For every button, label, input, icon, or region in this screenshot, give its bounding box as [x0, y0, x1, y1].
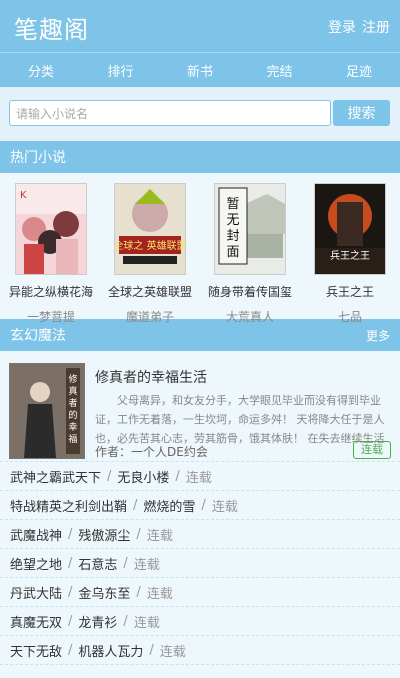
book-title[interactable]: 全球之英雄联盟 [105, 283, 195, 300]
svg-text:面: 面 [226, 245, 239, 260]
book-author: 一梦菩提 [26, 310, 75, 324]
list-item[interactable]: 武魔战神 / 残傲源尘 / 连载 [0, 520, 400, 549]
nav-new-books[interactable]: 新书 [187, 61, 213, 80]
header: 笔趣阁 登录 注册 [0, 0, 400, 52]
svg-text:无: 无 [226, 213, 239, 228]
book-author: 大荒真人 [225, 310, 274, 324]
book-cover[interactable]: K [15, 183, 87, 275]
svg-text:修: 修 [68, 373, 77, 385]
main-nav: 分类 排行 新书 完结 足迹 [0, 52, 400, 87]
author-name: 一个人DE约会 [131, 445, 208, 459]
search-button[interactable]: 搜索 [333, 100, 390, 126]
cover-text: 全球之 英雄联盟 [115, 239, 185, 252]
book-title[interactable]: 随身带着传国玺 [205, 283, 295, 300]
auth-links: 登录 注册 [322, 17, 390, 37]
login-link[interactable]: 登录 [328, 20, 356, 36]
cover-text: 兵王之王 [330, 249, 370, 262]
nav-ranking[interactable]: 排行 [107, 61, 133, 80]
search-bar: 请输入小说名 搜索 [0, 87, 400, 141]
section-title: 玄幻魔法 [10, 328, 66, 344]
nav-completed[interactable]: 完结 [266, 61, 292, 80]
book-cover[interactable]: 全球之 英雄联盟 [114, 183, 186, 275]
svg-text:封: 封 [226, 229, 239, 244]
svg-text:暂: 暂 [226, 197, 239, 212]
list-item[interactable]: 武神之霸武天下 / 无良小楼 / 连载 [0, 462, 400, 491]
featured-description: 父母离异，和女友分手，大学眼见毕业而没有得到毕业证，工作无着落，一生坎坷，命运多… [95, 394, 385, 445]
section-title: 热门小说 [10, 150, 66, 166]
list-item[interactable]: 丹武大陆 / 金乌东至 / 连载 [0, 578, 400, 607]
svg-text:K: K [20, 190, 27, 201]
hot-books: K 异能之纵横花海 一梦菩提 全球之 英雄联盟 全球之英雄联盟 魔道弟子 暂 无… [0, 173, 400, 324]
list-item[interactable]: 绝望之地 / 石意志 / 连载 [0, 549, 400, 578]
svg-text:幸: 幸 [68, 422, 77, 433]
hot-book[interactable]: 兵王之王 兵王之王 七品 [305, 183, 395, 325]
nav-history[interactable]: 足迹 [346, 61, 372, 80]
book-title[interactable]: 兵王之王 [305, 283, 395, 300]
book-list: 武神之霸武天下 / 无良小楼 / 连载 特战精英之利剑出鞘 / 燃烧的雪 / 连载 武魔战神 / 残… [0, 462, 400, 665]
list-item[interactable]: 天下无敌 / 机器人瓦力 / 连载 [0, 636, 400, 665]
site-logo[interactable]: 笔趣阁 [14, 10, 89, 45]
book-cover[interactable]: 暂 无 封 面 [214, 183, 286, 275]
nav-category[interactable]: 分类 [28, 61, 54, 80]
svg-text:福: 福 [68, 433, 77, 445]
register-link[interactable]: 注册 [362, 20, 390, 36]
hot-book[interactable]: K 异能之纵横花海 一梦菩提 [6, 183, 96, 325]
book-author: 魔道弟子 [125, 310, 174, 324]
list-item[interactable]: 真魔无双 / 龙青衫 / 连载 [0, 607, 400, 636]
svg-text:者: 者 [68, 398, 77, 409]
more-link[interactable]: 更多 [366, 327, 390, 344]
book-title[interactable]: 异能之纵横花海 [6, 283, 96, 300]
svg-text:的: 的 [68, 409, 77, 421]
hot-section-header: 热门小说 [0, 141, 400, 173]
search-input[interactable]: 请输入小说名 [9, 100, 331, 126]
list-item[interactable]: 特战精英之利剑出鞘 / 燃烧的雪 / 连载 [0, 491, 400, 520]
featured-author: 作者：一个人DE约会 [95, 445, 208, 459]
hot-book[interactable]: 暂 无 封 面 随身带着传国玺 大荒真人 [205, 183, 295, 325]
book-author: 七品 [337, 310, 362, 324]
svg-text:真: 真 [68, 385, 77, 397]
featured-book[interactable]: 修 真 者 的 幸 福 修真者的幸福生活 父母离异，和女友分手，大学眼见毕业而没… [0, 351, 400, 462]
featured-title[interactable]: 修真者的幸福生活 [95, 367, 207, 387]
book-cover[interactable]: 修 真 者 的 幸 福 [9, 363, 85, 459]
status-badge: 连载 [353, 441, 391, 459]
book-cover[interactable]: 兵王之王 [314, 183, 386, 275]
hot-book[interactable]: 全球之 英雄联盟 全球之英雄联盟 魔道弟子 [105, 183, 195, 325]
